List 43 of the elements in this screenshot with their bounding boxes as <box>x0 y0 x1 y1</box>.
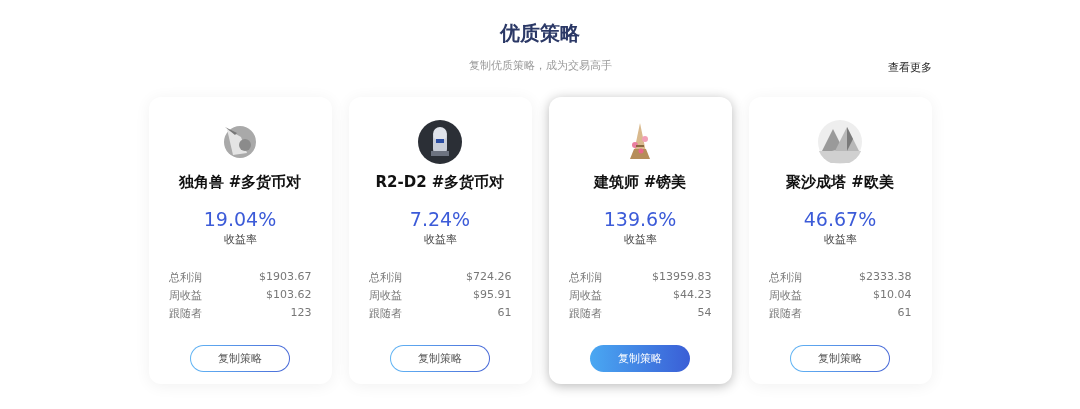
copy-strategy-button[interactable]: 复制策略 <box>590 345 690 372</box>
stat-label: 总利润 <box>368 270 403 285</box>
return-rate: 46.67% <box>803 208 877 230</box>
stat-label: 跟随者 <box>168 306 203 321</box>
stat-value: 61 <box>897 305 912 321</box>
return-rate: 19.04% <box>203 208 277 230</box>
stat-value: $13959.83 <box>652 269 712 285</box>
stat-label: 周收益 <box>168 288 203 303</box>
return-rate: 139.6% <box>603 208 677 230</box>
stat-label: 总利润 <box>768 270 803 285</box>
stat-label: 周收益 <box>368 288 403 303</box>
strategy-name: R2-D2 #多货币对 <box>375 173 505 192</box>
stat-value: $95.91 <box>473 287 512 303</box>
strategy-name: 独角兽 #多货币对 <box>178 173 302 192</box>
copy-strategy-button[interactable]: 复制策略 <box>390 345 490 372</box>
stat-value: $10.04 <box>873 287 912 303</box>
stat-label: 周收益 <box>768 288 803 303</box>
stat-label: 总利润 <box>568 270 603 285</box>
stat-value: 54 <box>697 305 712 321</box>
stat-label: 跟随者 <box>368 306 403 321</box>
return-rate-label: 收益率 <box>423 232 457 247</box>
return-rate-label: 收益率 <box>823 232 857 247</box>
strategy-name: 建筑师 #镑美 <box>593 173 687 192</box>
copy-strategy-button[interactable]: 复制策略 <box>190 345 290 372</box>
stat-value: $103.62 <box>266 287 312 303</box>
stat-label: 跟随者 <box>768 306 803 321</box>
stat-value: 123 <box>290 305 312 321</box>
section-title: 优质策略 <box>500 20 580 46</box>
stat-value: $724.26 <box>466 269 512 285</box>
stat-label: 周收益 <box>568 288 603 303</box>
stat-value: $44.23 <box>673 287 712 303</box>
return-rate: 7.24% <box>409 208 471 230</box>
section-subtitle: 复制优质策略，成为交易高手 <box>468 58 612 73</box>
stat-label: 总利润 <box>168 270 203 285</box>
stat-value: 61 <box>497 305 512 321</box>
stat-value: $2333.38 <box>859 269 912 285</box>
return-rate-label: 收益率 <box>223 232 257 247</box>
strategy-name: 聚沙成塔 #欧美 <box>786 173 894 192</box>
more-link[interactable]: 查看更多 <box>887 60 932 75</box>
copy-strategy-button[interactable]: 复制策略 <box>790 345 890 372</box>
return-rate-label: 收益率 <box>623 232 657 247</box>
stat-value: $1903.67 <box>259 269 312 285</box>
stat-label: 跟随者 <box>568 306 603 321</box>
